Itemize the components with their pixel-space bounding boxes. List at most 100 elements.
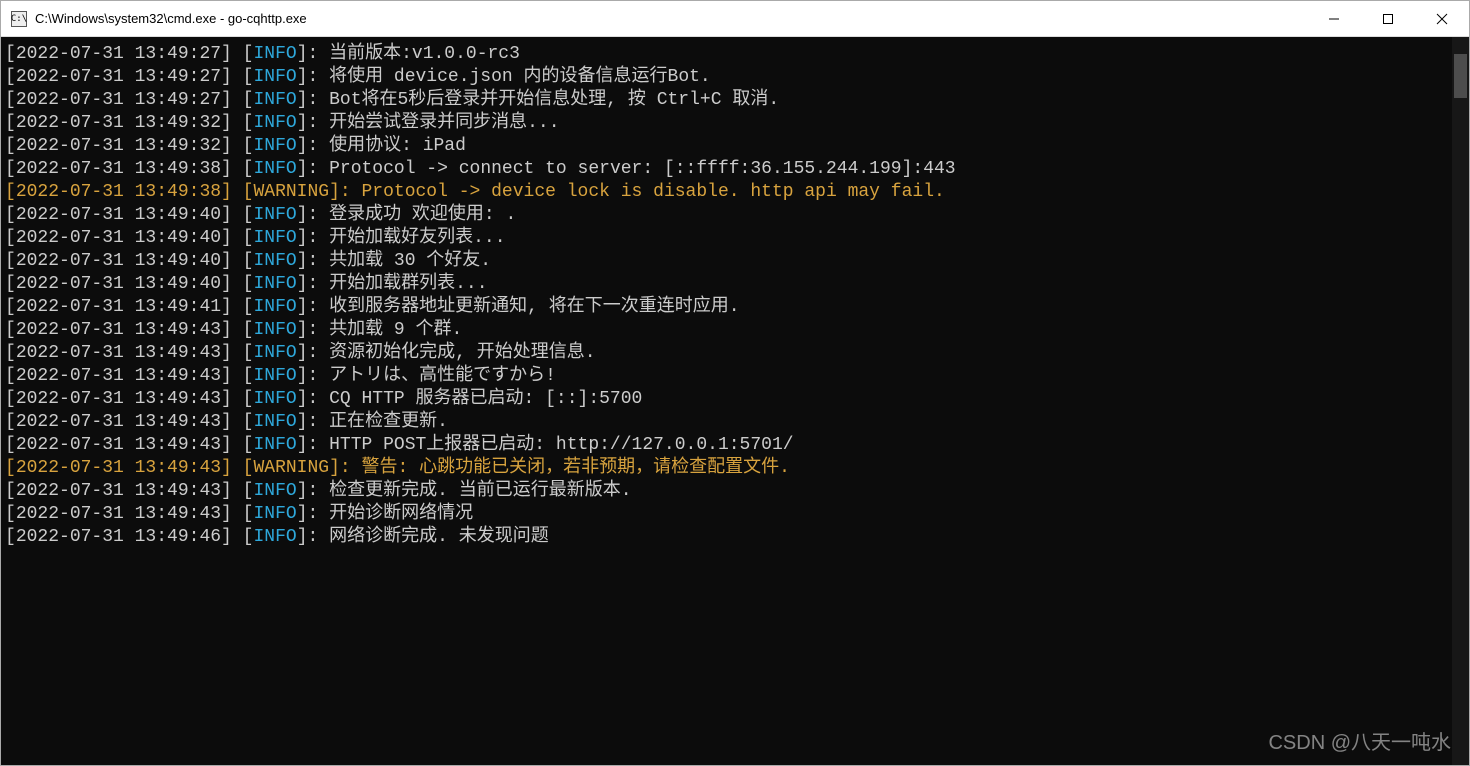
log-level: INFO: [253, 90, 296, 110]
log-timestamp: 2022-07-31 13:49:43: [16, 320, 221, 340]
log-level: INFO: [253, 366, 296, 386]
window-controls: [1307, 1, 1469, 36]
log-line: [2022-07-31 13:49:43] [INFO]: 共加载 9 个群.: [5, 319, 1448, 342]
log-level: INFO: [253, 343, 296, 363]
log-timestamp: 2022-07-31 13:49:43: [16, 412, 221, 432]
log-timestamp: 2022-07-31 13:49:46: [16, 527, 221, 547]
log-message: CQ HTTP 服务器已启动: [::]:5700: [329, 389, 642, 409]
scrollbar-thumb[interactable]: [1454, 54, 1467, 98]
log-message: アトリは、高性能ですから!: [329, 366, 556, 386]
log-level: INFO: [253, 44, 296, 64]
log-message: 警告: 心跳功能已关闭，若非预期，请检查配置文件.: [362, 458, 790, 478]
console-area: [2022-07-31 13:49:27] [INFO]: 当前版本:v1.0.…: [1, 37, 1469, 765]
log-line: [2022-07-31 13:49:40] [INFO]: 登录成功 欢迎使用:…: [5, 204, 1448, 227]
log-line: [2022-07-31 13:49:32] [INFO]: 使用协议: iPad: [5, 135, 1448, 158]
log-message: 将使用 device.json 内的设备信息运行Bot.: [329, 67, 711, 87]
console-output[interactable]: [2022-07-31 13:49:27] [INFO]: 当前版本:v1.0.…: [1, 37, 1452, 765]
log-level: INFO: [253, 481, 296, 501]
log-line: [2022-07-31 13:49:32] [INFO]: 开始尝试登录并同步消…: [5, 112, 1448, 135]
log-level: INFO: [253, 389, 296, 409]
log-timestamp: 2022-07-31 13:49:43: [16, 343, 221, 363]
log-timestamp: 2022-07-31 13:49:41: [16, 297, 221, 317]
log-line: [2022-07-31 13:49:43] [INFO]: HTTP POST上…: [5, 434, 1448, 457]
log-level: INFO: [253, 67, 296, 87]
log-level: INFO: [253, 228, 296, 248]
log-line: [2022-07-31 13:49:40] [INFO]: 共加载 30 个好友…: [5, 250, 1448, 273]
log-message: 检查更新完成. 当前已运行最新版本.: [329, 481, 631, 501]
maximize-button[interactable]: [1361, 1, 1415, 36]
log-level: WARNING: [253, 182, 329, 202]
log-timestamp: 2022-07-31 13:49:38: [16, 182, 221, 202]
log-line: [2022-07-31 13:49:40] [INFO]: 开始加载好友列表..…: [5, 227, 1448, 250]
log-line: [2022-07-31 13:49:27] [INFO]: Bot将在5秒后登录…: [5, 89, 1448, 112]
log-level: INFO: [253, 504, 296, 524]
log-message: 正在检查更新.: [329, 412, 448, 432]
cmd-window: C:\ C:\Windows\system32\cmd.exe - go-cqh…: [0, 0, 1470, 766]
log-timestamp: 2022-07-31 13:49:40: [16, 251, 221, 271]
log-level: INFO: [253, 136, 296, 156]
log-timestamp: 2022-07-31 13:49:43: [16, 389, 221, 409]
log-line: [2022-07-31 13:49:43] [INFO]: CQ HTTP 服务…: [5, 388, 1448, 411]
log-line: [2022-07-31 13:49:43] [INFO]: 检查更新完成. 当前…: [5, 480, 1448, 503]
log-timestamp: 2022-07-31 13:49:27: [16, 44, 221, 64]
log-timestamp: 2022-07-31 13:49:27: [16, 67, 221, 87]
log-message: 登录成功 欢迎使用: .: [329, 205, 516, 225]
log-timestamp: 2022-07-31 13:49:38: [16, 159, 221, 179]
log-line: [2022-07-31 13:49:46] [INFO]: 网络诊断完成. 未发…: [5, 526, 1448, 549]
window-title: C:\Windows\system32\cmd.exe - go-cqhttp.…: [35, 11, 1307, 26]
log-level: INFO: [253, 320, 296, 340]
close-icon: [1436, 13, 1448, 25]
log-timestamp: 2022-07-31 13:49:43: [16, 504, 221, 524]
log-line: [2022-07-31 13:49:41] [INFO]: 收到服务器地址更新通…: [5, 296, 1448, 319]
log-message: 资源初始化完成, 开始处理信息.: [329, 343, 595, 363]
log-timestamp: 2022-07-31 13:49:43: [16, 435, 221, 455]
log-level: INFO: [253, 251, 296, 271]
log-line: [2022-07-31 13:49:43] [INFO]: 资源初始化完成, 开…: [5, 342, 1448, 365]
log-line: [2022-07-31 13:49:38] [INFO]: Protocol -…: [5, 158, 1448, 181]
log-line: [2022-07-31 13:49:43] [WARNING]: 警告: 心跳功…: [5, 457, 1448, 480]
titlebar[interactable]: C:\ C:\Windows\system32\cmd.exe - go-cqh…: [1, 1, 1469, 37]
log-level: WARNING: [253, 458, 329, 478]
log-level: INFO: [253, 297, 296, 317]
log-message: HTTP POST上报器已启动: http://127.0.0.1:5701/: [329, 435, 793, 455]
log-level: INFO: [253, 435, 296, 455]
log-level: INFO: [253, 412, 296, 432]
log-message: 共加载 30 个好友.: [329, 251, 491, 271]
log-message: 网络诊断完成. 未发现问题: [329, 527, 549, 547]
log-line: [2022-07-31 13:49:38] [WARNING]: Protoco…: [5, 181, 1448, 204]
log-timestamp: 2022-07-31 13:49:32: [16, 113, 221, 133]
log-message: 开始加载群列表...: [329, 274, 487, 294]
log-line: [2022-07-31 13:49:27] [INFO]: 将使用 device…: [5, 66, 1448, 89]
log-level: INFO: [253, 205, 296, 225]
log-message: 开始尝试登录并同步消息...: [329, 113, 559, 133]
minimize-icon: [1328, 13, 1340, 25]
log-line: [2022-07-31 13:49:43] [INFO]: 正在检查更新.: [5, 411, 1448, 434]
log-line: [2022-07-31 13:49:27] [INFO]: 当前版本:v1.0.…: [5, 43, 1448, 66]
log-timestamp: 2022-07-31 13:49:43: [16, 458, 221, 478]
log-line: [2022-07-31 13:49:40] [INFO]: 开始加载群列表...: [5, 273, 1448, 296]
log-line: [2022-07-31 13:49:43] [INFO]: 开始诊断网络情况: [5, 503, 1448, 526]
cmd-icon: C:\: [11, 11, 27, 27]
log-message: 使用协议: iPad: [329, 136, 466, 156]
log-timestamp: 2022-07-31 13:49:27: [16, 90, 221, 110]
log-message: 开始诊断网络情况: [329, 504, 473, 524]
log-timestamp: 2022-07-31 13:49:43: [16, 481, 221, 501]
scrollbar[interactable]: [1452, 37, 1469, 765]
log-timestamp: 2022-07-31 13:49:40: [16, 274, 221, 294]
log-timestamp: 2022-07-31 13:49:43: [16, 366, 221, 386]
log-level: INFO: [253, 113, 296, 133]
log-message: 当前版本:v1.0.0-rc3: [329, 44, 520, 64]
log-message: 收到服务器地址更新通知, 将在下一次重连时应用.: [329, 297, 739, 317]
log-message: Protocol -> connect to server: [::ffff:3…: [329, 159, 956, 179]
log-line: [2022-07-31 13:49:43] [INFO]: アトリは、高性能です…: [5, 365, 1448, 388]
log-level: INFO: [253, 527, 296, 547]
log-level: INFO: [253, 159, 296, 179]
log-message: 共加载 9 个群.: [329, 320, 462, 340]
log-message: Bot将在5秒后登录并开始信息处理, 按 Ctrl+C 取消.: [329, 90, 779, 110]
minimize-button[interactable]: [1307, 1, 1361, 36]
close-button[interactable]: [1415, 1, 1469, 36]
log-timestamp: 2022-07-31 13:49:40: [16, 228, 221, 248]
log-level: INFO: [253, 274, 296, 294]
log-timestamp: 2022-07-31 13:49:32: [16, 136, 221, 156]
log-timestamp: 2022-07-31 13:49:40: [16, 205, 221, 225]
